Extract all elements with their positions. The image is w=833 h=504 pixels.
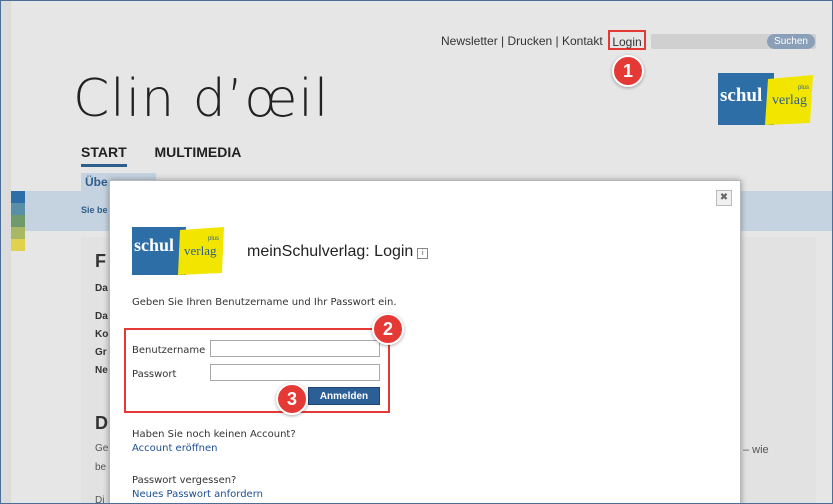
content-heading: F (95, 251, 106, 271)
logo-text-schul: schul (720, 85, 762, 106)
login-submit-button[interactable]: Anmelden (308, 387, 380, 405)
schulverlag-logo[interactable]: schul verlag plus (718, 73, 813, 125)
search-button[interactable]: Suchen (767, 34, 815, 49)
dialog-title: meinSchulverlag: Login i (247, 243, 429, 261)
username-label: Benutzername (132, 345, 206, 356)
content-paragraph: Di (95, 495, 105, 504)
content-line: Ko (95, 329, 109, 340)
top-navigation: Newsletter | Drucken | Kontakt (441, 34, 603, 48)
logo-text-schul: schul (134, 235, 174, 255)
content-line: Ne (95, 365, 108, 376)
drucken-link[interactable]: Drucken (508, 34, 553, 48)
login-instruction: Geben Sie Ihren Benutzername und Ihr Pas… (132, 297, 397, 308)
screenshot-frame: Newsletter | Drucken | Kontakt Login Suc… (0, 0, 833, 504)
dialog-title-text: meinSchulverlag: Login (247, 243, 414, 260)
content-line: Gr (95, 347, 107, 358)
content-line: Da (95, 311, 108, 322)
step-badge-1: 1 (612, 55, 644, 87)
logo-text-plus: plus (798, 85, 809, 91)
login-link[interactable]: Login (608, 30, 646, 50)
site-title: Clin d’œil (73, 69, 330, 129)
logo-text-plus: plus (208, 236, 219, 242)
info-icon[interactable]: i (417, 248, 429, 259)
content-heading-2: D (95, 413, 108, 433)
breadcrumb: Sie be (81, 205, 108, 215)
forgot-password-text: Passwort vergessen? (132, 475, 237, 486)
logo-text-verlag: verlag (184, 243, 217, 258)
nav-separator: | (501, 34, 505, 48)
step-badge-2: 2 (372, 313, 404, 345)
newsletter-link[interactable]: Newsletter (441, 34, 498, 48)
create-account-link[interactable]: Account eröffnen (132, 443, 217, 454)
content-trailing-text: – wie (743, 444, 769, 456)
content-line: Da (95, 283, 108, 294)
logo-text-verlag: verlag (772, 93, 807, 108)
login-dialog: ✖ schul verlag plus meinSchulverlag: Log… (109, 180, 741, 503)
schulverlag-logo: schul verlag plus (132, 227, 224, 275)
step-badge-3: 3 (276, 383, 308, 415)
password-field[interactable] (210, 364, 380, 381)
close-icon[interactable]: ✖ (716, 190, 732, 206)
tab-start[interactable]: START (81, 144, 127, 167)
reset-password-link[interactable]: Neues Passwort anfordern (132, 489, 263, 500)
content-paragraph: Ge (95, 443, 109, 454)
password-label: Passwort (132, 369, 177, 380)
nav-separator: | (555, 34, 559, 48)
kontakt-link[interactable]: Kontakt (562, 34, 603, 48)
tab-multimedia[interactable]: MULTIMEDIA (155, 144, 242, 164)
no-account-text: Haben Sie noch keinen Account? (132, 429, 296, 440)
content-paragraph: be (95, 462, 107, 473)
color-bars (11, 191, 25, 251)
username-field[interactable] (210, 340, 380, 357)
main-tabs: START MULTIMEDIA (81, 144, 265, 167)
